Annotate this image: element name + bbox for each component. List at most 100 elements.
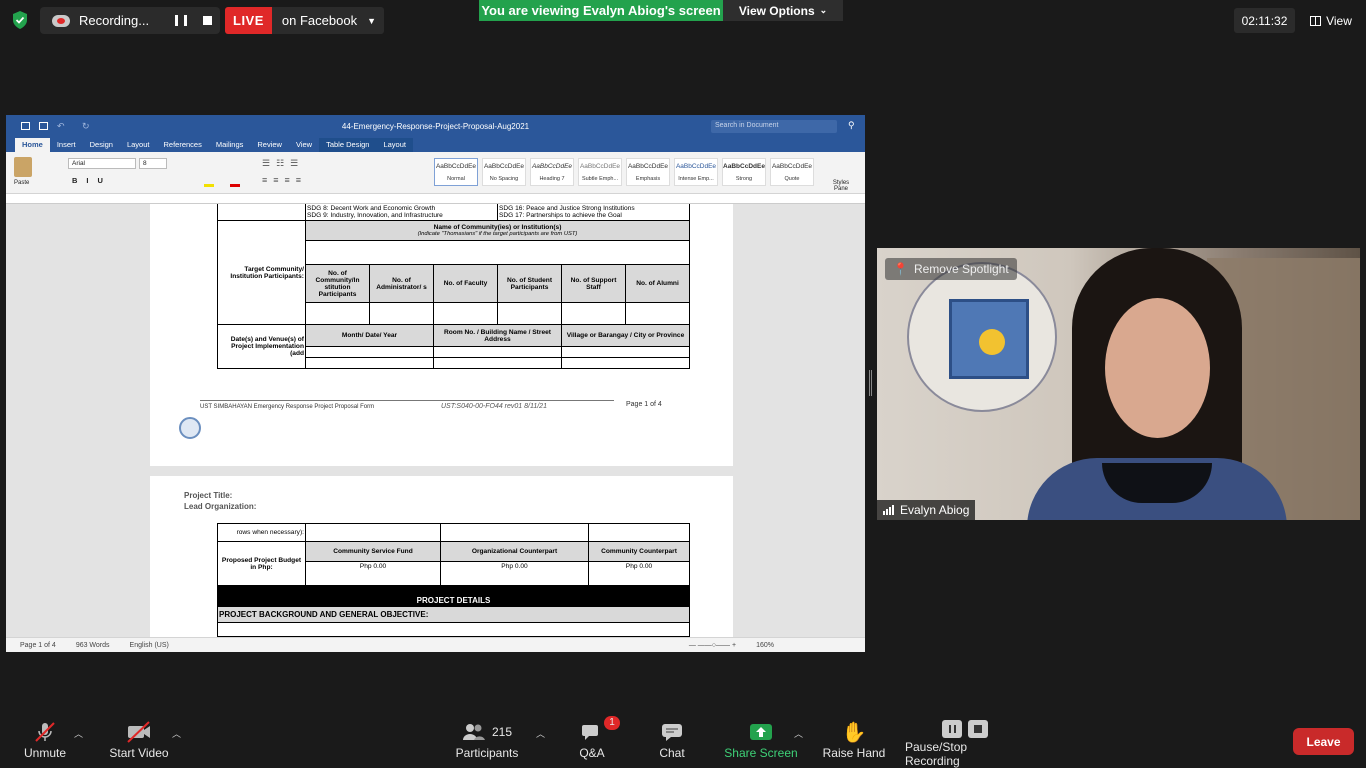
- participant-count: 215: [491, 725, 513, 739]
- style-quote[interactable]: AaBbCcDdEe Quote: [770, 158, 814, 186]
- ust-seal-image: [907, 262, 1057, 412]
- paste-icon[interactable]: [14, 157, 32, 177]
- tab-design[interactable]: Design: [83, 138, 120, 152]
- pause-recording-icon[interactable]: [175, 15, 187, 26]
- share-options-caret-icon[interactable]: ︿: [794, 727, 803, 740]
- style-no-spacing[interactable]: AaBbCcDdEe No Spacing: [482, 158, 526, 186]
- format-buttons[interactable]: BIU: [72, 176, 112, 185]
- community-note: (Indicate "Thomasians" if the target par…: [417, 231, 578, 237]
- participants-button[interactable]: 215 Participants: [455, 718, 519, 768]
- tab-references[interactable]: References: [157, 138, 209, 152]
- security-shield-icon[interactable]: [10, 10, 30, 30]
- grid-view-icon: [1310, 15, 1322, 26]
- recording-label: Recording...: [79, 13, 150, 28]
- live-stream-menu[interactable]: LIVE on Facebook ▼: [225, 7, 384, 34]
- budget-value-1[interactable]: Php 0.00: [305, 561, 441, 586]
- ribbon-tabs: Home Insert Design Layout References Mai…: [6, 138, 865, 152]
- sdg-8: SDG 8: Decent Work and Economic Growth: [307, 205, 436, 212]
- tab-table-layout[interactable]: Layout: [376, 138, 413, 152]
- live-badge: LIVE: [225, 7, 272, 34]
- lead-org-label: Lead Organization:: [184, 502, 257, 511]
- pause-stop-icons: [942, 718, 988, 740]
- qa-button[interactable]: 1 Q&A: [574, 716, 620, 768]
- raise-hand-button[interactable]: ✋ Raise Hand: [822, 718, 886, 768]
- unmute-label: Unmute: [23, 746, 67, 760]
- sdg-9: SDG 9: Industry, Innovation, and Infrast…: [307, 212, 443, 219]
- splitter-handle[interactable]: [869, 370, 872, 396]
- leave-button[interactable]: Leave: [1293, 728, 1354, 755]
- stop-recording-icon[interactable]: [203, 16, 212, 25]
- font-color-icon[interactable]: [230, 184, 240, 187]
- search-document-input[interactable]: Search in Document: [711, 120, 837, 133]
- font-name-select[interactable]: Arial: [68, 158, 136, 169]
- start-video-button[interactable]: Start Video: [108, 718, 170, 768]
- share-screen-label: Share Screen: [724, 746, 798, 760]
- col-community: No. of Community/In stitution Participan…: [305, 264, 370, 303]
- highlight-icon[interactable]: [204, 184, 214, 187]
- style-subtle-emphasis[interactable]: AaBbCcDdEe Subtle Emph...: [578, 158, 622, 186]
- iso-logo-icon: [179, 417, 201, 439]
- audio-options-caret-icon[interactable]: ︿: [74, 727, 83, 740]
- view-button[interactable]: View: [1302, 8, 1360, 33]
- background-header: PROJECT BACKGROUND AND GENERAL OBJECTIVE…: [217, 606, 690, 623]
- stop-icon: [968, 720, 988, 738]
- view-label: View: [1326, 13, 1352, 28]
- document-page-2: Project Title: Lead Organization: rows w…: [150, 476, 733, 646]
- style-intense-emphasis[interactable]: AaBbCcDdEe Intense Emp...: [674, 158, 718, 186]
- col-students: No. of Student Participants: [497, 264, 562, 303]
- col-community-fund: Community Service Fund: [305, 541, 441, 562]
- chat-button[interactable]: Chat: [654, 718, 690, 768]
- tab-mailings[interactable]: Mailings: [209, 138, 251, 152]
- share-screen-button[interactable]: Share Screen: [724, 718, 798, 768]
- recording-indicator: Recording...: [40, 7, 220, 34]
- unmute-button[interactable]: Unmute: [22, 718, 68, 768]
- footer-left: UST SIMBAHAYAN Emergency Response Projec…: [200, 404, 375, 410]
- signal-strength-icon: [883, 505, 894, 515]
- document-canvas[interactable]: SDG 8: Decent Work and Economic Growth S…: [6, 204, 865, 646]
- target-community-label: Target Community/ Institution Participan…: [217, 220, 306, 325]
- style-strong[interactable]: AaBbCcDdEe Strong: [722, 158, 766, 186]
- style-heading-7[interactable]: AaBbCcDdEe Heading 7: [530, 158, 574, 186]
- chat-label: Chat: [659, 746, 685, 760]
- align-buttons[interactable]: ≡≡≡≡: [262, 175, 307, 185]
- footer-code: UST:S040-00-FO44 rev01 8/11/21: [441, 403, 547, 410]
- participants-caret-icon[interactable]: ︿: [536, 727, 545, 740]
- status-language: English (US): [129, 641, 169, 649]
- community-header: Name of Community(ies) or Institution(s): [433, 224, 562, 231]
- ribbon-home: Paste Arial 8 BIU ☰☷☰ ≡≡≡≡ AaBbCcDdEe Nor…: [6, 152, 865, 194]
- tab-layout[interactable]: Layout: [120, 138, 157, 152]
- community-input-cell[interactable]: [305, 240, 690, 265]
- tab-home[interactable]: Home: [15, 138, 50, 152]
- tab-table-design[interactable]: Table Design: [319, 138, 377, 152]
- ruler: [6, 194, 865, 204]
- video-options-caret-icon[interactable]: ︿: [172, 727, 181, 740]
- muted-mic-icon: [33, 718, 57, 746]
- col-faculty: No. of Faculty: [433, 264, 498, 303]
- budget-value-3[interactable]: Php 0.00: [588, 561, 690, 586]
- col-org-counterpart: Organizational Counterpart: [440, 541, 589, 562]
- qa-badge: 1: [604, 716, 620, 730]
- status-zoom: 160%: [756, 641, 774, 649]
- view-options-label: View Options: [738, 3, 815, 18]
- styles-pane-button[interactable]: Styles Pane: [830, 180, 852, 192]
- zoom-slider[interactable]: — ——○—— +: [689, 642, 736, 649]
- style-emphasis[interactable]: AaBbCcDdEe Emphasis: [626, 158, 670, 186]
- speaker-video: 📍 Remove Spotlight Evalyn Abiog: [877, 248, 1360, 520]
- chat-icon: [661, 718, 683, 746]
- project-details-header: PROJECT DETAILS: [217, 585, 690, 607]
- tab-view[interactable]: View: [289, 138, 319, 152]
- styles-gallery: AaBbCcDdEe Normal AaBbCcDdEe No Spacing Aa…: [421, 152, 821, 194]
- budget-value-2[interactable]: Php 0.00: [440, 561, 589, 586]
- font-size-select[interactable]: 8: [139, 158, 167, 169]
- raise-hand-icon: ✋: [841, 721, 867, 744]
- list-buttons[interactable]: ☰☷☰: [262, 158, 304, 169]
- tab-review[interactable]: Review: [250, 138, 289, 152]
- view-options-button[interactable]: View Options ⌄: [723, 0, 843, 21]
- style-normal[interactable]: AaBbCcDdEe Normal: [434, 158, 478, 186]
- tab-insert[interactable]: Insert: [50, 138, 83, 152]
- pin-icon: 📍: [893, 262, 908, 276]
- pause-stop-recording-button[interactable]: Pause/Stop Recording: [905, 718, 1025, 768]
- remove-spotlight-button[interactable]: 📍 Remove Spotlight: [885, 258, 1017, 280]
- share-person-icon[interactable]: ⚲: [848, 120, 855, 131]
- col-support: No. of Support Staff: [561, 264, 626, 303]
